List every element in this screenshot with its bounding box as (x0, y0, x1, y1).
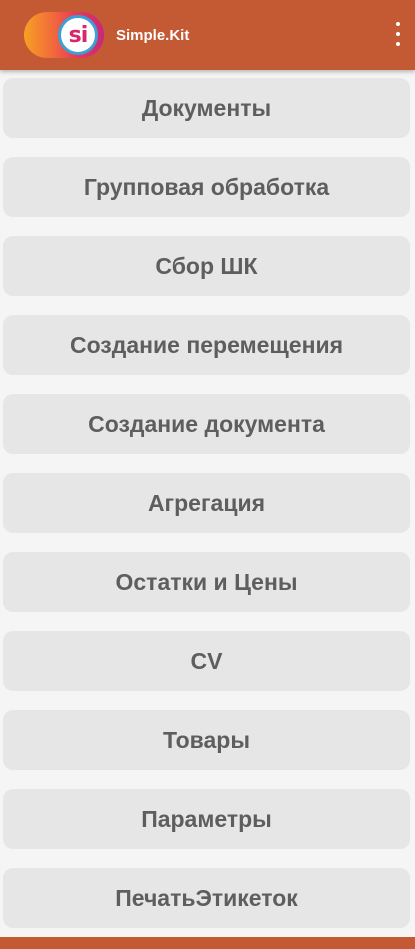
create-document-button[interactable]: Создание документа (3, 394, 410, 454)
create-transfer-button[interactable]: Создание перемещения (3, 315, 410, 375)
group-processing-button[interactable]: Групповая обработка (3, 157, 410, 217)
dot (396, 42, 400, 46)
dot (396, 22, 400, 26)
aggregation-button[interactable]: Агрегация (3, 473, 410, 533)
cv-button[interactable]: CV (3, 631, 410, 691)
documents-button[interactable]: Документы (3, 78, 410, 138)
logo-icon: si (58, 15, 98, 55)
app-logo: si (24, 12, 104, 58)
goods-button[interactable]: Товары (3, 710, 410, 770)
stock-prices-button[interactable]: Остатки и Цены (3, 552, 410, 612)
barcode-collection-button[interactable]: Сбор ШК (3, 236, 410, 296)
print-labels-button[interactable]: ПечатьЭтикеток (3, 868, 410, 928)
parameters-button[interactable]: Параметры (3, 789, 410, 849)
dot (396, 32, 400, 36)
app-bar: si Simple.Kit (0, 0, 415, 70)
app-title: Simple.Kit (116, 27, 190, 44)
bottom-bar (0, 937, 415, 949)
more-vert-icon[interactable] (391, 20, 405, 48)
